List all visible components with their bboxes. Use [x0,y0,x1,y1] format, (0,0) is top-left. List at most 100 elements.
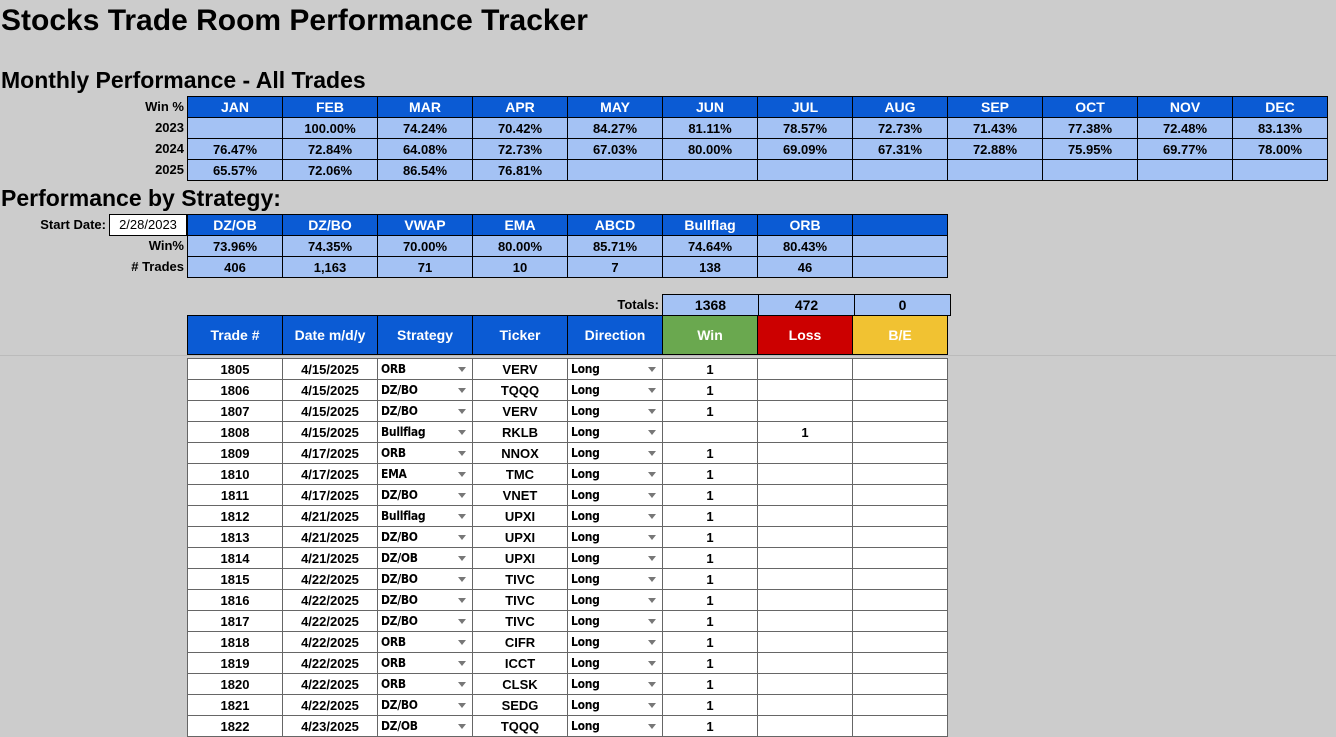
monthly-cell[interactable] [187,117,283,139]
direction-dropdown[interactable]: Long [567,526,663,548]
direction-dropdown[interactable]: Long [567,694,663,716]
strategy-dropdown[interactable]: ORB [377,631,473,653]
direction-dropdown[interactable]: Long [567,568,663,590]
direction-dropdown[interactable]: Long [567,484,663,506]
be-cell[interactable] [852,484,948,506]
ticker-cell[interactable]: CLSK [472,673,568,695]
trade-date-cell[interactable]: 4/22/2025 [282,589,378,611]
be-cell[interactable] [852,358,948,380]
monthly-cell[interactable]: 81.11% [662,117,758,139]
be-cell[interactable] [852,589,948,611]
dropdown-arrow-icon[interactable] [458,724,466,729]
strategy-trades-cell[interactable] [852,256,948,278]
loss-cell[interactable] [757,694,853,716]
ticker-cell[interactable]: RKLB [472,421,568,443]
dropdown-arrow-icon[interactable] [458,430,466,435]
strategy-dropdown[interactable]: Bullflag [377,421,473,443]
dropdown-arrow-icon[interactable] [458,598,466,603]
strategy-dropdown[interactable]: ORB [377,358,473,380]
be-cell[interactable] [852,442,948,464]
dropdown-arrow-icon[interactable] [648,514,656,519]
loss-cell[interactable] [757,505,853,527]
monthly-cell[interactable]: 84.27% [567,117,663,139]
loss-cell[interactable] [757,652,853,674]
strategy-dropdown[interactable]: ORB [377,673,473,695]
trade-date-cell[interactable]: 4/21/2025 [282,505,378,527]
ticker-cell[interactable]: VERV [472,400,568,422]
monthly-cell[interactable]: 72.06% [282,159,378,181]
direction-dropdown[interactable]: Long [567,715,663,737]
loss-cell[interactable] [757,568,853,590]
monthly-cell[interactable]: 74.24% [377,117,473,139]
trade-number-cell[interactable]: 1812 [187,505,283,527]
win-cell[interactable]: 1 [662,652,758,674]
dropdown-arrow-icon[interactable] [648,598,656,603]
win-cell[interactable]: 1 [662,505,758,527]
strategy-win-cell[interactable]: 74.35% [282,235,378,257]
loss-cell[interactable] [757,715,853,737]
monthly-cell[interactable] [757,159,853,181]
dropdown-arrow-icon[interactable] [648,409,656,414]
monthly-cell[interactable]: 69.77% [1137,138,1233,160]
win-cell[interactable]: 1 [662,442,758,464]
direction-dropdown[interactable]: Long [567,358,663,380]
dropdown-arrow-icon[interactable] [458,388,466,393]
monthly-cell[interactable]: 71.43% [947,117,1043,139]
be-cell[interactable] [852,568,948,590]
direction-dropdown[interactable]: Long [567,442,663,464]
be-cell[interactable] [852,421,948,443]
loss-cell[interactable] [757,442,853,464]
ticker-cell[interactable]: VNET [472,484,568,506]
monthly-cell[interactable]: 64.08% [377,138,473,160]
dropdown-arrow-icon[interactable] [648,661,656,666]
strategy-win-cell[interactable] [852,235,948,257]
strategy-dropdown[interactable]: ORB [377,652,473,674]
monthly-cell[interactable]: 80.00% [662,138,758,160]
header-date[interactable]: Date m/d/y [282,315,378,355]
be-cell[interactable] [852,610,948,632]
dropdown-arrow-icon[interactable] [648,703,656,708]
trade-number-cell[interactable]: 1810 [187,463,283,485]
win-cell[interactable]: 1 [662,631,758,653]
trade-date-cell[interactable]: 4/22/2025 [282,610,378,632]
strategy-dropdown[interactable]: DZ/BO [377,379,473,401]
strategy-dropdown[interactable]: DZ/BO [377,526,473,548]
trade-date-cell[interactable]: 4/15/2025 [282,358,378,380]
win-cell[interactable]: 1 [662,463,758,485]
monthly-cell[interactable] [947,159,1043,181]
loss-cell[interactable] [757,589,853,611]
ticker-cell[interactable]: VERV [472,358,568,380]
strategy-dropdown[interactable]: DZ/OB [377,715,473,737]
dropdown-arrow-icon[interactable] [458,619,466,624]
loss-cell[interactable] [757,358,853,380]
dropdown-arrow-icon[interactable] [648,682,656,687]
win-cell[interactable]: 1 [662,358,758,380]
dropdown-arrow-icon[interactable] [648,724,656,729]
trade-number-cell[interactable]: 1814 [187,547,283,569]
trade-number-cell[interactable]: 1811 [187,484,283,506]
trade-number-cell[interactable]: 1809 [187,442,283,464]
dropdown-arrow-icon[interactable] [458,514,466,519]
strategy-win-cell[interactable]: 74.64% [662,235,758,257]
win-cell[interactable] [662,421,758,443]
monthly-cell[interactable]: 72.84% [282,138,378,160]
dropdown-arrow-icon[interactable] [648,493,656,498]
monthly-cell[interactable]: 83.13% [1232,117,1328,139]
dropdown-arrow-icon[interactable] [648,472,656,477]
dropdown-arrow-icon[interactable] [458,640,466,645]
dropdown-arrow-icon[interactable] [458,535,466,540]
strategy-trades-cell[interactable]: 71 [377,256,473,278]
dropdown-arrow-icon[interactable] [458,661,466,666]
be-cell[interactable] [852,400,948,422]
ticker-cell[interactable]: UPXI [472,547,568,569]
trade-number-cell[interactable]: 1805 [187,358,283,380]
trade-date-cell[interactable]: 4/15/2025 [282,400,378,422]
monthly-cell[interactable]: 100.00% [282,117,378,139]
trade-date-cell[interactable]: 4/22/2025 [282,568,378,590]
trade-number-cell[interactable]: 1806 [187,379,283,401]
ticker-cell[interactable]: TQQQ [472,715,568,737]
strategy-win-cell[interactable]: 80.43% [757,235,853,257]
ticker-cell[interactable]: ICCT [472,652,568,674]
direction-dropdown[interactable]: Long [567,652,663,674]
trade-date-cell[interactable]: 4/22/2025 [282,631,378,653]
